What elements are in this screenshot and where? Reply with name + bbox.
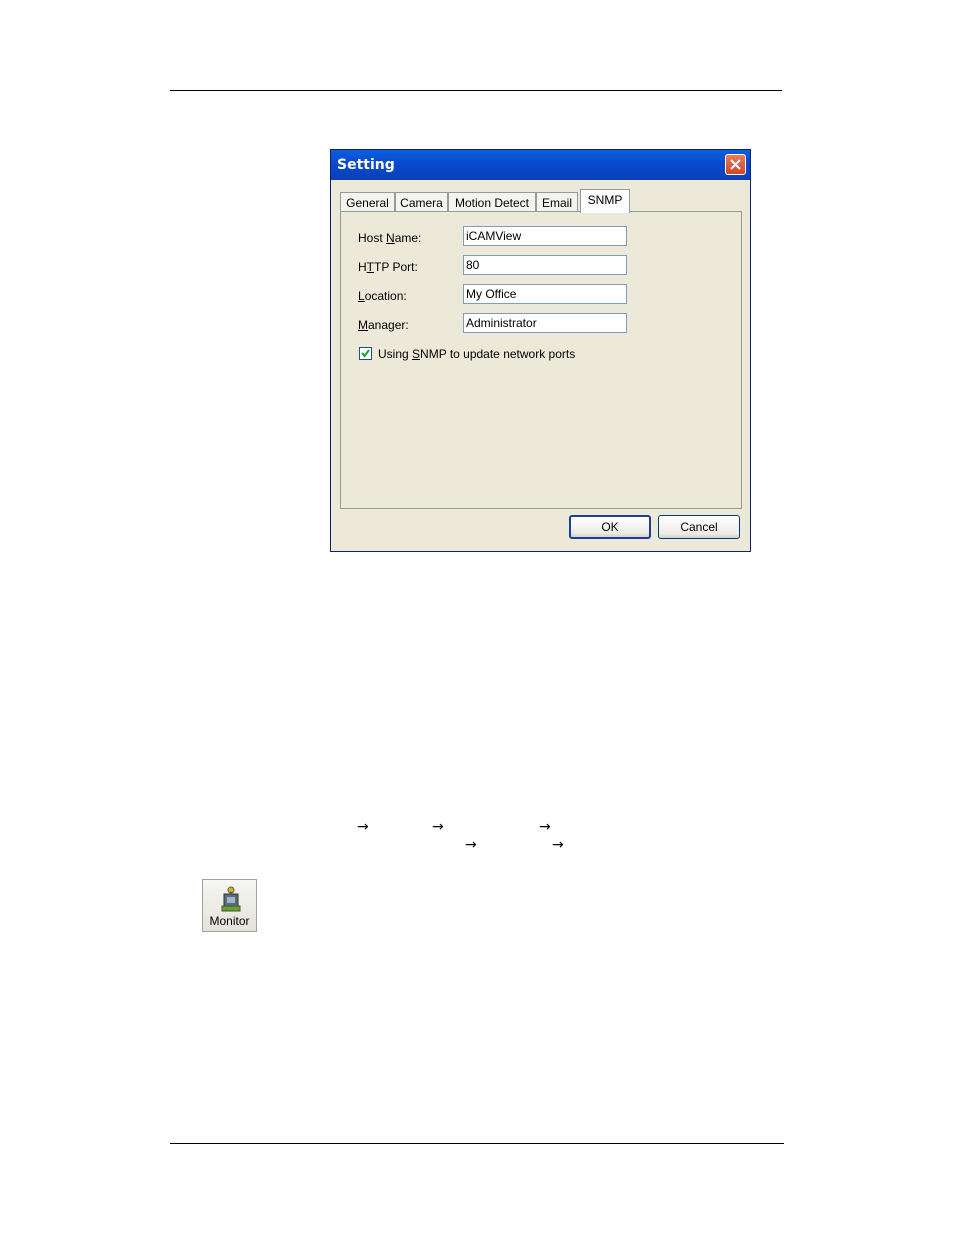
- arrow-2: →: [432, 819, 444, 835]
- arrow-3: →: [539, 819, 551, 835]
- snmp-checkbox[interactable]: [359, 347, 372, 360]
- tab-camera[interactable]: Camera: [395, 192, 448, 212]
- host-name-label: Host Name:: [358, 231, 422, 245]
- host-name-input[interactable]: iCAMView: [463, 226, 627, 246]
- close-icon: [730, 159, 741, 170]
- monitor-button-label: Monitor: [209, 914, 250, 928]
- tab-snmp[interactable]: SNMP: [580, 189, 630, 213]
- arrow-1: →: [357, 819, 369, 835]
- arrow-4: →: [465, 837, 477, 853]
- http-port-input[interactable]: 80: [463, 255, 627, 275]
- checkmark-icon: [361, 349, 370, 358]
- arrow-5: →: [552, 837, 564, 853]
- monitor-button[interactable]: Monitor: [202, 879, 257, 932]
- tab-general[interactable]: General: [340, 192, 395, 212]
- dialog-title: Setting: [337, 157, 395, 173]
- footer-rule: [170, 1143, 784, 1144]
- snmp-panel: Host Name: iCAMView HTTP Port: 80 Locati…: [340, 211, 742, 509]
- location-input[interactable]: My Office: [463, 284, 627, 304]
- header-rule: [170, 90, 782, 91]
- cancel-button[interactable]: Cancel: [658, 515, 740, 539]
- tab-motion-detect[interactable]: Motion Detect: [448, 192, 536, 212]
- setting-dialog: Setting General Camera Motion Detect Ema…: [330, 149, 751, 552]
- monitor-icon: [221, 886, 241, 912]
- close-button[interactable]: [725, 154, 746, 175]
- manager-input[interactable]: Administrator: [463, 313, 627, 333]
- location-label: Location:: [358, 289, 407, 303]
- snmp-checkbox-label[interactable]: Using SNMP to update network ports: [378, 347, 575, 361]
- http-port-label: HTTP Port:: [358, 260, 418, 274]
- manager-label: Manager:: [358, 318, 409, 332]
- ok-button[interactable]: OK: [569, 515, 651, 539]
- title-bar[interactable]: Setting: [331, 150, 750, 180]
- tab-email[interactable]: Email: [536, 192, 578, 212]
